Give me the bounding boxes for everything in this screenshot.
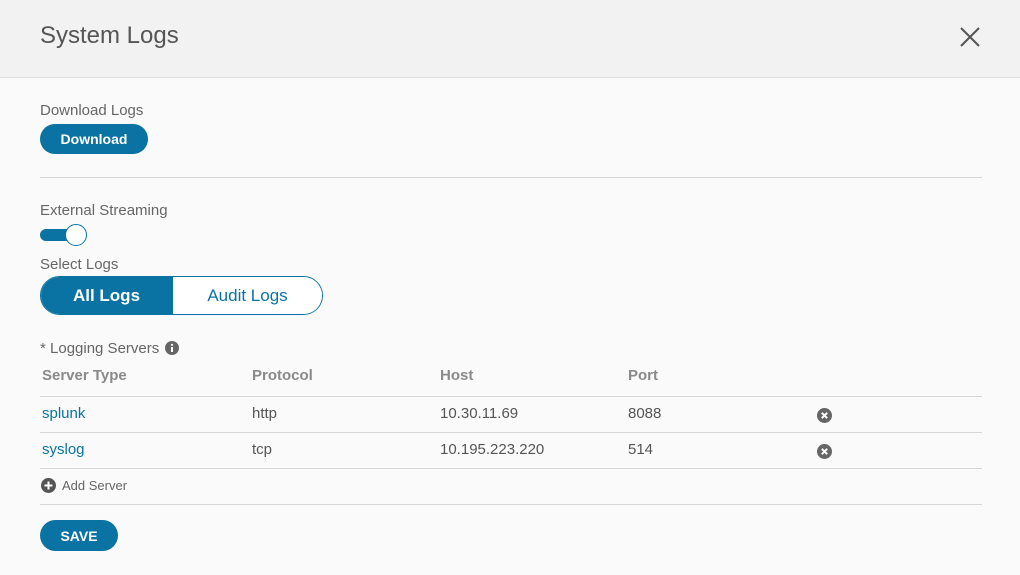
close-icon	[960, 27, 980, 47]
port-cell: 8088	[628, 405, 662, 422]
column-header-server-type: Server Type	[42, 367, 127, 384]
server-type-link[interactable]: syslog	[42, 441, 85, 458]
port-cell: 514	[628, 441, 654, 458]
add-server-button[interactable]: Add Server	[41, 478, 127, 493]
dialog-title: System Logs	[40, 22, 179, 49]
footer-divider	[40, 504, 982, 505]
table-bottom-border	[40, 468, 982, 469]
download-button[interactable]: Download	[40, 124, 148, 154]
section-divider	[40, 177, 982, 178]
dialog-header: System Logs	[0, 0, 1020, 78]
host-cell: 10.30.11.69	[440, 405, 519, 422]
add-circle-icon	[41, 478, 56, 493]
column-header-host: Host	[440, 367, 474, 384]
all-logs-option[interactable]: All Logs	[41, 277, 172, 314]
download-logs-label: Download Logs	[40, 102, 144, 119]
system-logs-dialog: System Logs Download Logs Download Exter…	[0, 0, 1020, 575]
external-streaming-toggle[interactable]	[40, 224, 88, 246]
select-logs-segmented-control: All Logs Audit Logs	[40, 276, 323, 315]
remove-circle-icon[interactable]	[817, 408, 832, 423]
audit-logs-option[interactable]: Audit Logs	[172, 277, 322, 314]
close-button[interactable]	[958, 25, 982, 49]
add-server-label: Add Server	[62, 478, 128, 493]
column-header-protocol: Protocol	[252, 367, 313, 384]
protocol-cell: http	[252, 405, 278, 422]
protocol-cell: tcp	[252, 441, 273, 458]
table-row: splunk http 10.30.11.69 8088	[40, 396, 982, 433]
logging-servers-label: * Logging Servers	[40, 340, 160, 357]
table-row: syslog tcp 10.195.223.220 514	[40, 432, 982, 469]
host-cell: 10.195.223.220	[440, 441, 545, 458]
column-header-port: Port	[628, 367, 658, 384]
server-type-link[interactable]: splunk	[42, 405, 85, 422]
toggle-knob	[65, 224, 87, 246]
external-streaming-label: External Streaming	[40, 202, 168, 219]
remove-circle-icon[interactable]	[817, 444, 832, 459]
info-icon[interactable]	[165, 341, 179, 355]
save-button[interactable]: SAVE	[40, 520, 118, 551]
select-logs-label: Select Logs	[40, 256, 119, 273]
